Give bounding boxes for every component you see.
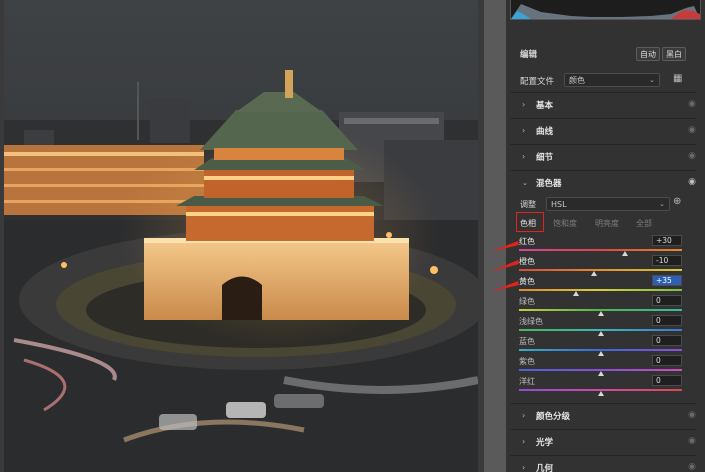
slider-thumb[interactable]: [597, 351, 604, 356]
eye-icon[interactable]: ◉: [688, 151, 696, 161]
eye-icon[interactable]: ◉: [688, 177, 696, 187]
section-color-grading[interactable]: › 颜色分级 ◉: [510, 403, 696, 429]
slider-thumb[interactable]: [597, 391, 604, 396]
tab-all[interactable]: 全部: [636, 218, 652, 229]
chevron-down-icon: ⌄: [649, 76, 655, 84]
section-label: 曲线: [536, 127, 554, 137]
slider-label: 浅绿色: [519, 317, 543, 326]
chevron-down-icon: ⌄: [659, 200, 665, 208]
eye-icon[interactable]: ◉: [688, 410, 696, 420]
slider-label: 洋红: [519, 377, 535, 386]
adjust-select[interactable]: HSL ⌄: [546, 197, 670, 211]
slider-value-field[interactable]: +35: [652, 275, 682, 286]
photo-canvas[interactable]: [4, 0, 478, 472]
slider-value-field[interactable]: -10: [652, 255, 682, 266]
slider-value-field[interactable]: 0: [652, 315, 682, 326]
slider-label: 紫色: [519, 357, 535, 366]
tab-luminance[interactable]: 明亮度: [595, 218, 619, 229]
arrow-red: [490, 241, 519, 252]
section-geometry[interactable]: › 几何 ◉: [510, 455, 696, 472]
chevron-right-icon: ›: [522, 100, 526, 109]
profile-label: 配置文件: [520, 77, 555, 87]
section-label: 混色器: [536, 179, 562, 189]
slider-value-field[interactable]: 0: [652, 355, 682, 366]
eye-icon[interactable]: ◉: [688, 436, 696, 446]
develop-panel: 编辑 自动 黑白 配置文件 颜色 ⌄ ▦ › 基本 ◉ › 曲线 ◉ › 细节 …: [506, 0, 705, 472]
section-label: 细节: [536, 153, 554, 163]
edit-section-title: 编辑: [520, 50, 538, 60]
slider-track[interactable]: [519, 269, 682, 271]
slider-thumb[interactable]: [597, 371, 604, 376]
arrow-yellow: [490, 281, 519, 292]
adjust-value: HSL: [551, 200, 567, 209]
section-label: 光学: [536, 438, 554, 448]
slider-thumb[interactable]: [573, 291, 580, 296]
chevron-right-icon: ›: [522, 126, 526, 135]
section-label: 颜色分级: [536, 412, 571, 422]
auto-button[interactable]: 自动: [636, 47, 660, 61]
section-color-mixer[interactable]: ⌄ 混色器 ◉: [510, 170, 696, 196]
slider-thumb[interactable]: [621, 251, 628, 256]
chevron-right-icon: ›: [522, 437, 526, 446]
slider-track[interactable]: [519, 249, 682, 251]
section-optics[interactable]: › 光学 ◉: [510, 429, 696, 455]
canvas-frame: [0, 0, 484, 472]
slider-thumb[interactable]: [597, 311, 604, 316]
section-label: 基本: [536, 101, 554, 111]
chevron-down-icon: ⌄: [522, 179, 528, 187]
black-white-button[interactable]: 黑白: [662, 47, 686, 61]
panel-divider: [484, 0, 506, 472]
target-adjust-icon[interactable]: ⊕: [673, 196, 681, 207]
slider-thumb[interactable]: [597, 331, 604, 336]
profile-value: 颜色: [569, 76, 585, 85]
profile-select[interactable]: 颜色 ⌄: [564, 73, 660, 87]
slider-thumb[interactable]: [590, 271, 597, 276]
tab-saturation[interactable]: 饱和度: [553, 218, 577, 229]
chevron-right-icon: ›: [522, 152, 526, 161]
adjust-label: 调整: [520, 200, 536, 209]
photo-image: [4, 0, 478, 472]
section-label: 几何: [536, 464, 554, 472]
eye-icon[interactable]: ◉: [688, 99, 696, 109]
chevron-right-icon: ›: [522, 411, 526, 420]
arrow-orange: [490, 260, 519, 272]
chevron-right-icon: ›: [522, 463, 526, 472]
annotation-arrows: [490, 241, 519, 292]
histogram: [510, 0, 701, 20]
slider-value-field[interactable]: 0: [652, 375, 682, 386]
profile-browser-icon[interactable]: ▦: [673, 73, 682, 84]
hue-tab-highlight: [516, 212, 544, 232]
eye-icon[interactable]: ◉: [688, 462, 696, 472]
slider-track[interactable]: [519, 289, 682, 291]
histogram-graph: [511, 4, 700, 19]
eye-icon[interactable]: ◉: [688, 125, 696, 135]
section-curve[interactable]: › 曲线 ◉: [510, 118, 696, 144]
slider-label: 蓝色: [519, 337, 535, 346]
section-detail[interactable]: › 细节 ◉: [510, 144, 696, 170]
slider-value-field[interactable]: 0: [652, 295, 682, 306]
slider-value-field[interactable]: 0: [652, 335, 682, 346]
section-basic[interactable]: › 基本 ◉: [510, 92, 696, 118]
slider-value-field[interactable]: +30: [652, 235, 682, 246]
